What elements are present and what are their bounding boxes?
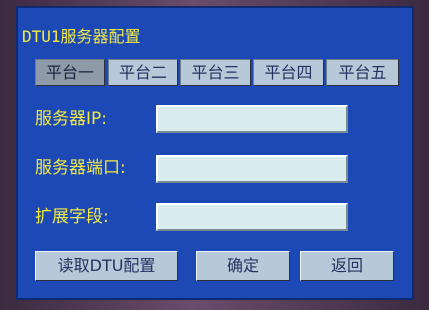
server-ip-input[interactable] [156, 105, 348, 133]
tab-platform-2[interactable]: 平台二 [108, 59, 178, 86]
page-title: DTU1服务器配置 [22, 27, 141, 46]
tab-platform-5[interactable]: 平台五 [326, 59, 399, 86]
tab-platform-4[interactable]: 平台四 [253, 59, 324, 86]
extension-field-input[interactable] [156, 203, 348, 231]
tab-platform-3[interactable]: 平台三 [180, 59, 251, 86]
tab-platform-1[interactable]: 平台一 [35, 59, 105, 86]
server-port-label: 服务器端口: [35, 158, 126, 178]
back-button[interactable]: 返回 [300, 251, 394, 281]
extension-field-label: 扩展字段: [35, 207, 109, 227]
server-port-input[interactable] [156, 155, 348, 183]
server-ip-label: 服务器IP: [35, 109, 107, 129]
platform-tabs: 平台一 平台二 平台三 平台四 平台五 [35, 59, 399, 86]
confirm-button[interactable]: 确定 [196, 251, 290, 281]
read-dtu-config-button[interactable]: 读取DTU配置 [35, 251, 178, 281]
